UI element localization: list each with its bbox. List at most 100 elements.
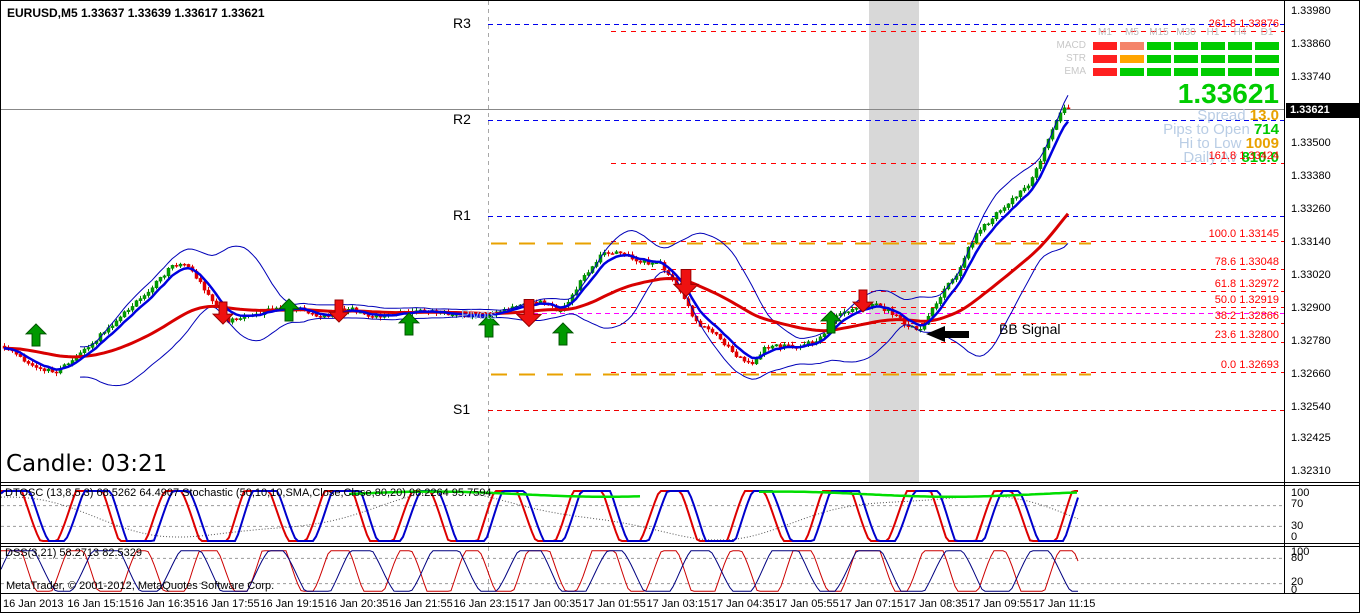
signal-cell-green — [1201, 42, 1225, 50]
window-separator[interactable] — [1, 482, 1360, 483]
matrix-row-macd: MACD — [1057, 40, 1279, 51]
time-axis-label: 17 Jan 01:55 — [582, 598, 646, 610]
candle-countdown-comment: Candle: 03:21 — [6, 451, 167, 477]
fib-label: 23.6 1.32800 — [1215, 329, 1279, 341]
signal-cell-green — [1255, 55, 1279, 63]
time-axis-label: 17 Jan 00:35 — [518, 598, 582, 610]
dashboard-info-panel: M1M5M15M30H1H4D1MACDSTREMA 1.33621 Sprea… — [1057, 27, 1279, 165]
fib-label: 161.8 1.33424 — [1209, 150, 1279, 162]
price-axis-label: 1.33140 — [1291, 236, 1331, 248]
matrix-row-label: MACD — [1057, 40, 1086, 51]
time-axis-label: 17 Jan 04:35 — [711, 598, 775, 610]
time-axis-label: 16 Jan 16:35 — [132, 598, 196, 610]
fib-label: 38.2 1.32866 — [1215, 310, 1279, 322]
copyright-text: MetaTrader, © 2001-2012, MetaQuotes Soft… — [6, 580, 274, 592]
price-axis-label: 1.32660 — [1291, 368, 1331, 380]
matrix-row-str: STR — [1066, 53, 1279, 64]
signal-cell-green — [1147, 68, 1171, 76]
bb-signal-annotation: BB Signal — [999, 321, 1060, 337]
price-axis-label: 1.32310 — [1291, 465, 1331, 477]
bb-signal-arrow — [926, 326, 969, 342]
window-separator[interactable] — [1, 543, 1360, 544]
current-price-display: 1.33621 — [1057, 79, 1279, 109]
signal-cell-green — [1201, 55, 1225, 63]
price-axis-label: 1.33020 — [1291, 269, 1331, 281]
price-axis-label: 1.32425 — [1291, 432, 1331, 444]
price-axis-label: 1.32900 — [1291, 302, 1331, 314]
time-axis-label: 17 Jan 09:55 — [968, 598, 1032, 610]
fib-label: 0.0 1.32693 — [1221, 359, 1279, 371]
signal-cell-orange — [1120, 55, 1144, 63]
dss-scale-label: 80 — [1291, 552, 1303, 564]
signal-cell-salmon — [1120, 42, 1144, 50]
signal-cell-green — [1255, 68, 1279, 76]
buy-signal-arrow — [399, 313, 419, 335]
pivots-indicator-watermark: Pivots — [461, 307, 496, 322]
dss-indicator-label: DSS(3,21) 58.2713 82.5329 — [5, 547, 142, 559]
time-axis-label: 17 Jan 07:15 — [840, 598, 904, 610]
signal-cell-green — [1255, 42, 1279, 50]
signal-cell-red — [1093, 68, 1117, 76]
time-axis-label: 17 Jan 08:35 — [904, 598, 968, 610]
current-price-tag: 1.33621 — [1286, 103, 1360, 118]
signal-cell-green — [1174, 68, 1198, 76]
fib-label: 50.0 1.32919 — [1215, 294, 1279, 306]
mt4-chart-window: EURUSD,M5 1.33637 1.33639 1.33617 1.3362… — [0, 0, 1360, 613]
fib-label: 261.8 1.33876 — [1209, 18, 1279, 30]
price-axis-label: 1.33740 — [1291, 71, 1331, 83]
time-axis-label: 16 Jan 17:55 — [196, 598, 260, 610]
matrix-col-label: M1 — [1093, 27, 1117, 38]
window-separator — [1, 485, 1360, 486]
pivot-label-r2: R2 — [453, 111, 471, 127]
signal-cell-green — [1228, 55, 1252, 63]
time-axis-label: 16 Jan 20:35 — [325, 598, 389, 610]
time-axis-label: 16 Jan 19:15 — [260, 598, 324, 610]
axis-separator — [1, 593, 1360, 594]
price-scale-separator[interactable] — [1284, 1, 1285, 594]
signal-cell-green — [1201, 68, 1225, 76]
time-axis-label: 17 Jan 03:15 — [647, 598, 711, 610]
buy-signal-arrow — [553, 323, 573, 345]
price-axis-label: 1.32540 — [1291, 401, 1331, 413]
timeframe-signal-matrix: M1M5M15M30H1H4D1MACDSTREMA — [1057, 27, 1279, 77]
price-axis-label: 1.33980 — [1291, 5, 1331, 17]
fib-label: 61.8 1.32972 — [1215, 278, 1279, 290]
fib-label: 100.0 1.33145 — [1209, 228, 1279, 240]
signal-cell-green — [1228, 42, 1252, 50]
price-axis-label: 1.33500 — [1291, 137, 1331, 149]
matrix-col-label: M15 — [1147, 27, 1171, 38]
matrix-row-label: EMA — [1064, 66, 1086, 77]
pivot-label-r1: R1 — [453, 207, 471, 223]
time-axis-label: 17 Jan 11:15 — [1033, 598, 1096, 610]
dtosc-indicator-label: DTOSC (13,8,5,3) 68.5262 64.4907 Stochas… — [5, 487, 492, 499]
price-axis-label: 1.33380 — [1291, 170, 1331, 182]
time-axis-label: 16 Jan 21:55 — [389, 598, 453, 610]
time-axis-label: 17 Jan 05:55 — [775, 598, 839, 610]
dss-scale-label: 0 — [1291, 584, 1297, 596]
matrix-row-ema: EMA — [1064, 66, 1279, 77]
signal-cell-green — [1120, 68, 1144, 76]
stochastic-green-line — [759, 492, 1077, 497]
signal-cell-green — [1147, 42, 1171, 50]
window-separator — [1, 546, 1360, 547]
symbol-ohlc-title: EURUSD,M5 1.33637 1.33639 1.33617 1.3362… — [7, 6, 265, 20]
pivot-label-r3: R3 — [453, 15, 471, 31]
matrix-col-label: M30 — [1174, 27, 1198, 38]
time-axis-label: 16 Jan 15:15 — [67, 598, 131, 610]
signal-cell-green — [1174, 55, 1198, 63]
dtosc-scale-label: 0 — [1291, 531, 1297, 543]
pivot-label-s1: S1 — [453, 401, 470, 417]
matrix-row-label: STR — [1066, 53, 1086, 64]
price-axis-label: 1.32780 — [1291, 335, 1331, 347]
price-axis-label: 1.33860 — [1291, 38, 1331, 50]
time-axis-label: 16 Jan 2013 — [3, 598, 64, 610]
time-axis-label: 16 Jan 23:15 — [453, 598, 517, 610]
signal-cell-red — [1093, 42, 1117, 50]
dtosc-scale-label: 70 — [1291, 498, 1303, 510]
signal-cell-green — [1147, 55, 1171, 63]
matrix-col-label: M5 — [1120, 27, 1144, 38]
signal-cell-red — [1093, 55, 1117, 63]
fib-label: 78.6 1.33048 — [1215, 256, 1279, 268]
buy-signal-arrow — [26, 324, 46, 346]
signal-cell-green — [1228, 68, 1252, 76]
